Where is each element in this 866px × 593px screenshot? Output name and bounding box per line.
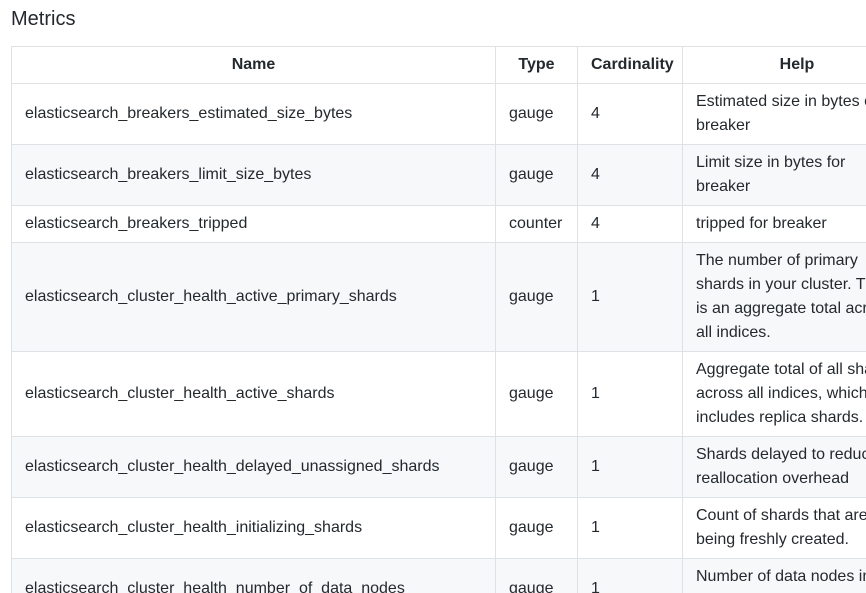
table-row: elasticsearch_cluster_health_active_shar…	[11, 351, 866, 437]
metric-type: gauge	[495, 144, 578, 206]
metric-name: elasticsearch_cluster_health_number_of_d…	[11, 558, 496, 593]
metric-cardinality: 4	[577, 144, 683, 206]
metric-help: Estimated size in bytes of breaker	[682, 83, 866, 145]
metric-cardinality: 1	[577, 497, 683, 559]
metric-cardinality: 1	[577, 351, 683, 437]
column-header-help: Help	[682, 46, 866, 84]
metric-cardinality: 1	[577, 558, 683, 593]
metric-name: elasticsearch_breakers_tripped	[11, 205, 496, 243]
metric-help: Limit size in bytes for breaker	[682, 144, 866, 206]
metric-cardinality: 4	[577, 83, 683, 145]
table-row: elasticsearch_cluster_health_delayed_una…	[11, 436, 866, 498]
metric-name: elasticsearch_breakers_estimated_size_by…	[11, 83, 496, 145]
metric-name: elasticsearch_cluster_health_delayed_una…	[11, 436, 496, 498]
metric-type: gauge	[495, 242, 578, 352]
metric-help: Number of data nodes in the cluster.	[682, 558, 866, 593]
table-row: elasticsearch_breakers_estimated_size_by…	[11, 83, 866, 145]
metric-type: gauge	[495, 351, 578, 437]
table-row: elasticsearch_cluster_health_number_of_d…	[11, 558, 866, 593]
table-row: elasticsearch_breakers_tripped counter 4…	[11, 205, 866, 243]
metric-help: Shards delayed to reduce reallocation ov…	[682, 436, 866, 498]
metrics-page: Metrics Name Type Cardinality Help elast…	[0, 0, 866, 593]
metric-help: The number of primary shards in your clu…	[682, 242, 866, 352]
metric-cardinality: 1	[577, 242, 683, 352]
metric-name: elasticsearch_cluster_health_initializin…	[11, 497, 496, 559]
table-header-row: Name Type Cardinality Help	[11, 46, 866, 84]
metric-type: gauge	[495, 83, 578, 145]
metric-type: counter	[495, 205, 578, 243]
column-header-cardinality: Cardinality	[577, 46, 683, 84]
page-title: Metrics	[11, 8, 76, 30]
column-header-name: Name	[11, 46, 496, 84]
table-row: elasticsearch_cluster_health_initializin…	[11, 497, 866, 559]
metric-name: elasticsearch_breakers_limit_size_bytes	[11, 144, 496, 206]
metric-type: gauge	[495, 558, 578, 593]
table-row: elasticsearch_breakers_limit_size_bytes …	[11, 144, 866, 206]
metric-type: gauge	[495, 436, 578, 498]
metric-help: Count of shards that are being freshly c…	[682, 497, 866, 559]
table-row: elasticsearch_cluster_health_active_prim…	[11, 242, 866, 352]
metric-name: elasticsearch_cluster_health_active_prim…	[11, 242, 496, 352]
metric-name: elasticsearch_cluster_health_active_shar…	[11, 351, 496, 437]
column-header-type: Type	[495, 46, 578, 84]
metrics-table-container[interactable]: Name Type Cardinality Help elasticsearch…	[11, 46, 866, 593]
metric-cardinality: 4	[577, 205, 683, 243]
metric-help: tripped for breaker	[682, 205, 866, 243]
metric-type: gauge	[495, 497, 578, 559]
metrics-table: Name Type Cardinality Help elasticsearch…	[11, 46, 866, 593]
metric-help: Aggregate total of all shards across all…	[682, 351, 866, 437]
metric-cardinality: 1	[577, 436, 683, 498]
